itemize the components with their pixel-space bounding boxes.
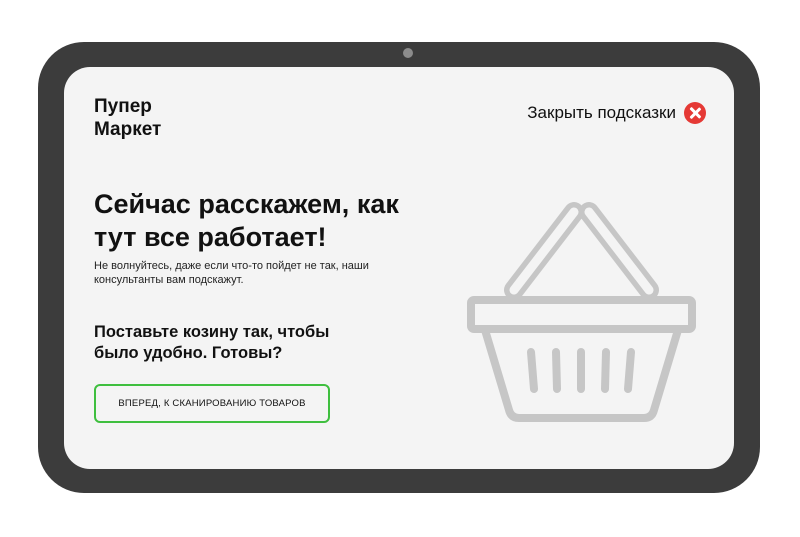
close-hints-button[interactable]: Закрыть подсказки — [527, 102, 706, 124]
close-hints-label: Закрыть подсказки — [527, 103, 676, 122]
camera-dot — [403, 48, 413, 58]
store-logo-text: Пупер Маркет — [94, 96, 162, 140]
tablet-frame: Пупер Маркет Закрыть подсказки Сейчас ра… — [38, 42, 760, 493]
screen: Пупер Маркет Закрыть подсказки Сейчас ра… — [64, 67, 734, 469]
headline: Сейчас расскажем, как тут все работает! — [94, 189, 399, 252]
prompt-text: Поставьте козину так, чтобы было удобно.… — [94, 323, 330, 362]
basket-icon — [467, 202, 696, 422]
subtext: Не волнуйтесь, даже если что-то пойдет н… — [94, 260, 369, 286]
start-scanning-label: ВПЕРЕД, К СКАНИРОВАНИЮ ТОВАРОВ — [118, 398, 306, 409]
store-logo: Пупер Маркет — [94, 95, 214, 141]
close-icon[interactable] — [684, 102, 706, 124]
start-scanning-button[interactable]: ВПЕРЕД, К СКАНИРОВАНИЮ ТОВАРОВ — [94, 384, 330, 423]
